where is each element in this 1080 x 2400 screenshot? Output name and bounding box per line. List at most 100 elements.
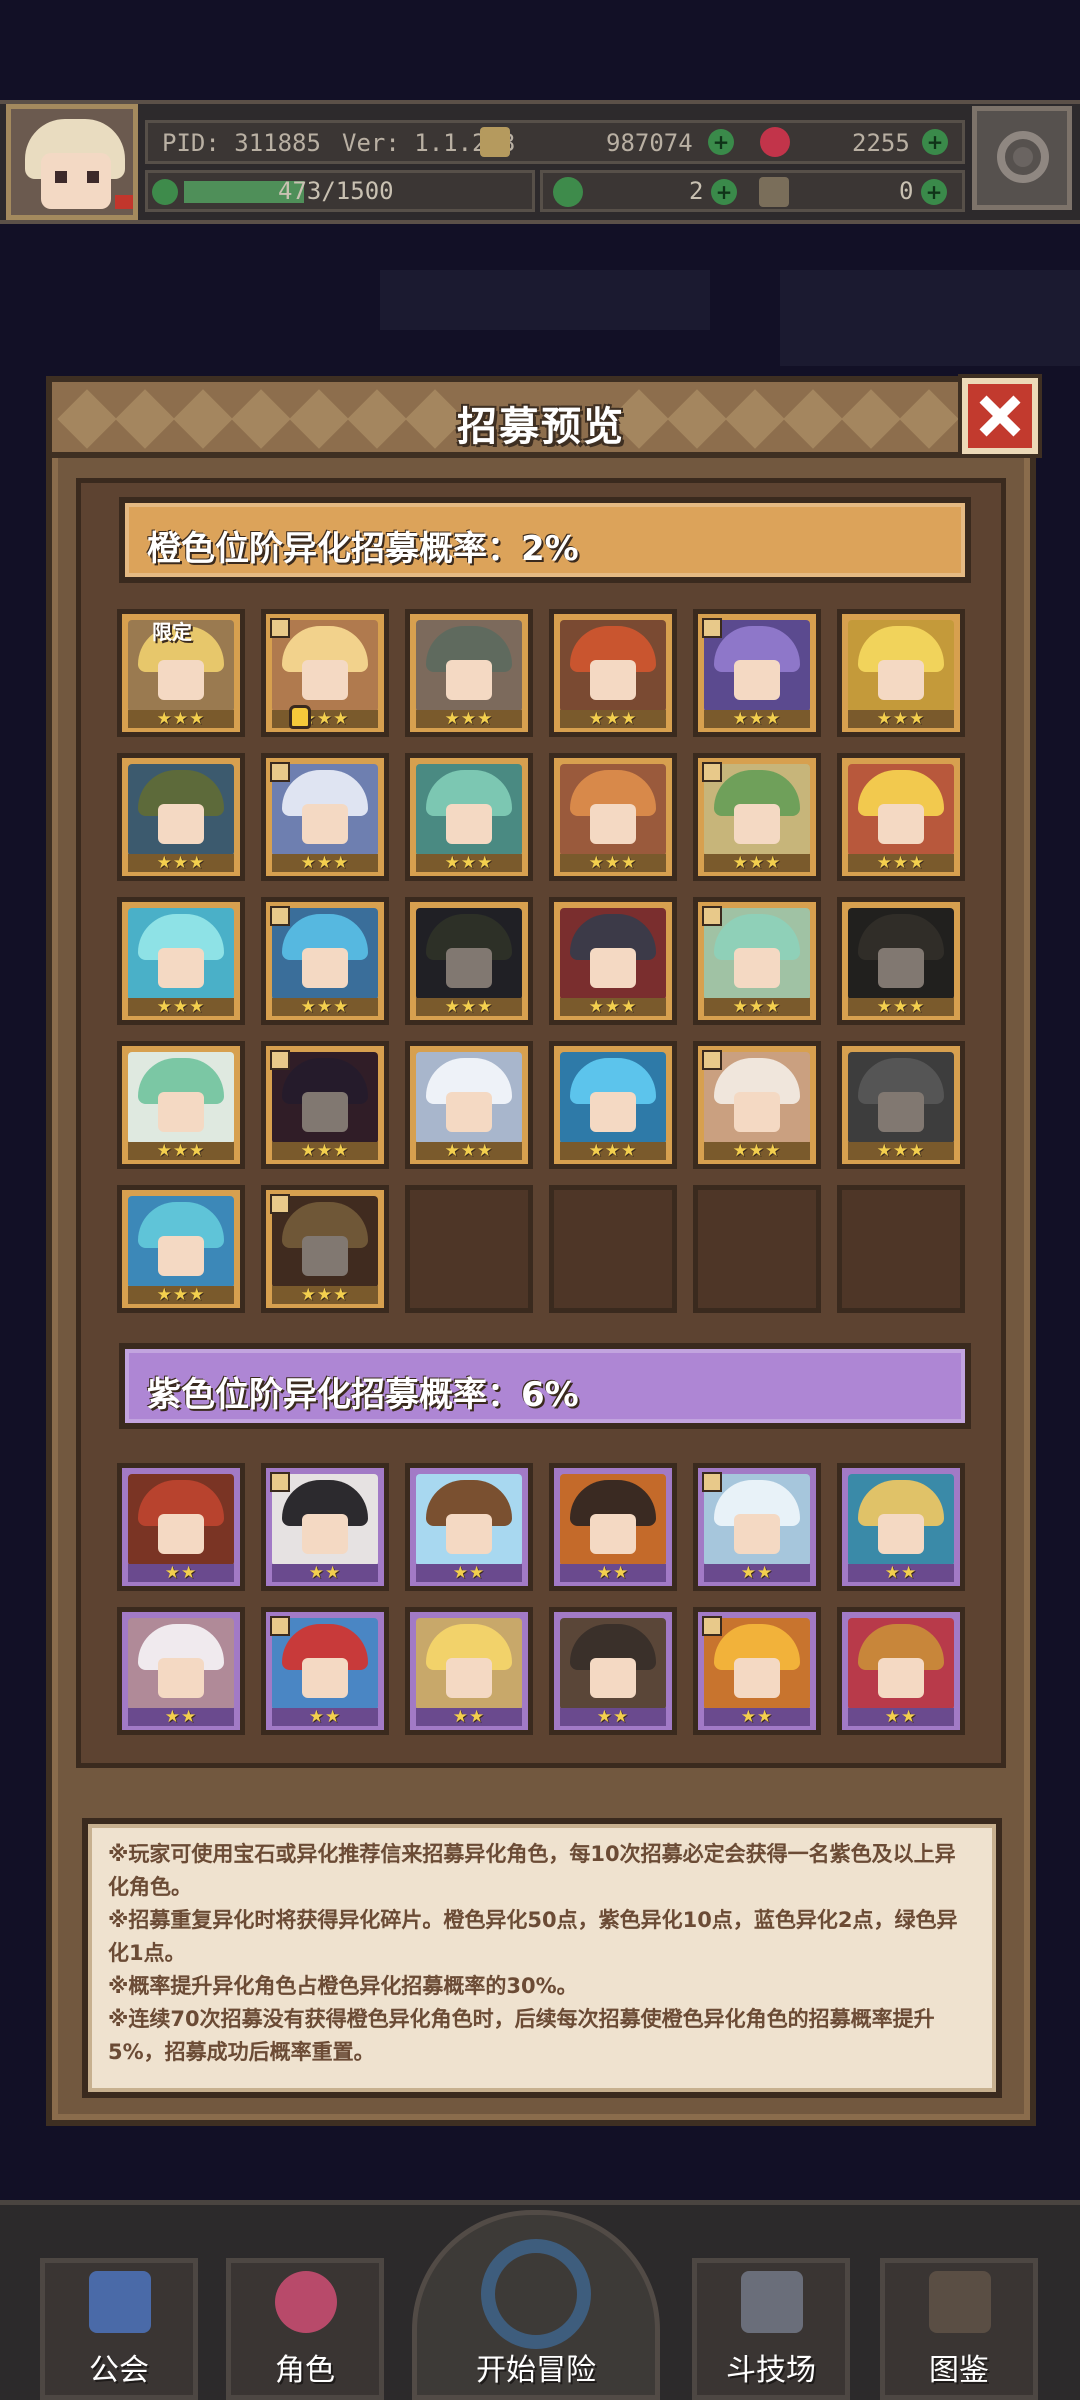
character-card[interactable]: ★★★: [693, 609, 821, 737]
star-rating: ★★: [128, 1708, 234, 1726]
player-avatar[interactable]: [6, 104, 138, 220]
character-card[interactable]: ★★★: [117, 753, 245, 881]
character-card[interactable]: ★★: [837, 1463, 965, 1591]
character-face: [734, 660, 780, 700]
character-card[interactable]: ★★: [405, 1607, 533, 1735]
character-portrait: [560, 908, 666, 1000]
character-card[interactable]: 限定 ★★★: [117, 609, 245, 737]
character-card[interactable]: ★★★: [549, 897, 677, 1025]
character-card[interactable]: ★★★: [117, 1041, 245, 1169]
recruit-notes: ※玩家可使用宝石或异化推荐信来招募异化角色，每10次招募必定会获得一名紫色及以上…: [82, 1818, 1002, 2098]
purple-rate-text: 紫色位阶异化招募概率：6%: [147, 1375, 579, 1415]
recruit-preview-modal: 招募预览 橙色位阶异化招募概率：2% 限定 ★★★ ★★★ ★★★ ★★★ ★★★ ★★★ ★…: [46, 376, 1038, 2126]
character-card[interactable]: ★★: [693, 1607, 821, 1735]
character-card[interactable]: ★★★: [261, 897, 389, 1025]
recruit-pool-panel: 橙色位阶异化招募概率：2% 限定 ★★★ ★★★ ★★★ ★★★ ★★★ ★★★ ★★★ ★★★…: [76, 478, 1006, 1768]
nav-guild[interactable]: 公会: [40, 2258, 198, 2400]
character-face: [446, 1092, 492, 1132]
add-clover-icon[interactable]: +: [711, 179, 737, 205]
nav-codex[interactable]: 图鉴: [880, 2258, 1038, 2400]
close-button[interactable]: [962, 378, 1038, 454]
character-card[interactable]: ★★★: [693, 897, 821, 1025]
character-card[interactable]: ★★★: [549, 753, 677, 881]
star-rating: ★★★: [128, 710, 234, 728]
character-face: [302, 804, 348, 844]
character-card[interactable]: ★★: [693, 1463, 821, 1591]
character-face: [878, 948, 924, 988]
background-banner: [380, 270, 710, 330]
character-card[interactable]: ★★★: [117, 1185, 245, 1313]
character-card[interactable]: ★★: [261, 1607, 389, 1735]
character-face: [302, 660, 348, 700]
character-portrait: [416, 908, 522, 1000]
character-face: [158, 804, 204, 844]
add-gem-icon[interactable]: +: [922, 129, 948, 155]
character-card[interactable]: ★★★: [405, 1041, 533, 1169]
character-face: [302, 1658, 348, 1698]
character-card[interactable]: ★★: [837, 1607, 965, 1735]
nav-arena-label: 斗技场: [726, 2353, 816, 2388]
character-card[interactable]: ★★★: [405, 609, 533, 737]
character-face: [590, 1514, 636, 1554]
character-card[interactable]: ★★★: [693, 1041, 821, 1169]
note-line: ※概率提升异化角色占橙色异化招募概率的30%。: [108, 1974, 578, 1998]
nav-guild-label: 公会: [89, 2353, 149, 2388]
star-rating: ★★★: [416, 1142, 522, 1160]
character-portrait: [560, 620, 666, 712]
character-face: [446, 1514, 492, 1554]
character-card[interactable]: ★★★: [261, 609, 389, 737]
element-badge-icon: [270, 1616, 290, 1636]
character-face: [446, 804, 492, 844]
nav-character-label: 角色: [275, 2353, 335, 2388]
gold-coin-icon: [480, 127, 510, 157]
character-card[interactable]: ★★★: [261, 1041, 389, 1169]
character-card[interactable]: ★★★: [837, 1041, 965, 1169]
note-line: ※招募重复异化时将获得异化碎片。橙色异化50点，紫色异化10点，蓝色异化2点，绿…: [108, 1908, 958, 1965]
nav-arena[interactable]: 斗技场: [692, 2258, 850, 2400]
character-portrait: [848, 1618, 954, 1710]
character-portrait: [416, 620, 522, 712]
character-face: [734, 948, 780, 988]
nav-character[interactable]: 角色: [226, 2258, 384, 2400]
character-card[interactable]: ★★: [117, 1607, 245, 1735]
character-card[interactable]: ★★★: [837, 753, 965, 881]
character-face: [734, 1658, 780, 1698]
gem-icon: [760, 127, 790, 157]
add-gold-icon[interactable]: +: [708, 129, 734, 155]
character-portrait: [560, 1052, 666, 1144]
character-card[interactable]: ★★★: [261, 753, 389, 881]
nav-codex-label: 图鉴: [929, 2353, 989, 2388]
character-card[interactable]: ★★: [261, 1463, 389, 1591]
character-face: [446, 660, 492, 700]
character-card[interactable]: ★★★: [117, 897, 245, 1025]
character-card[interactable]: ★★★: [405, 753, 533, 881]
element-badge-icon: [270, 762, 290, 782]
character-portrait: [848, 908, 954, 1000]
character-card[interactable]: ★★★: [261, 1185, 389, 1313]
character-portrait: [416, 1618, 522, 1710]
star-rating: ★★: [272, 1564, 378, 1582]
character-face: [590, 660, 636, 700]
empty-slot: [549, 1185, 677, 1313]
character-card[interactable]: ★★★: [837, 609, 965, 737]
character-card[interactable]: ★★: [405, 1463, 533, 1591]
character-card[interactable]: ★★★: [549, 609, 677, 737]
star-rating: ★★: [560, 1708, 666, 1726]
character-portrait: [128, 908, 234, 1000]
character-face: [158, 1236, 204, 1276]
character-card[interactable]: ★★★: [405, 897, 533, 1025]
character-face: [734, 1514, 780, 1554]
character-card[interactable]: ★★★: [837, 897, 965, 1025]
character-card[interactable]: ★★: [549, 1607, 677, 1735]
settings-button[interactable]: [972, 106, 1072, 210]
avatar-eye-right: [87, 171, 99, 183]
star-rating: ★★★: [272, 1286, 378, 1304]
character-face: [446, 948, 492, 988]
character-card[interactable]: ★★★: [549, 1041, 677, 1169]
character-card[interactable]: ★★★: [693, 753, 821, 881]
character-card[interactable]: ★★: [117, 1463, 245, 1591]
character-portrait: [128, 1474, 234, 1566]
avatar-badge: [115, 195, 133, 209]
character-card[interactable]: ★★: [549, 1463, 677, 1591]
add-boots-icon[interactable]: +: [921, 179, 947, 205]
